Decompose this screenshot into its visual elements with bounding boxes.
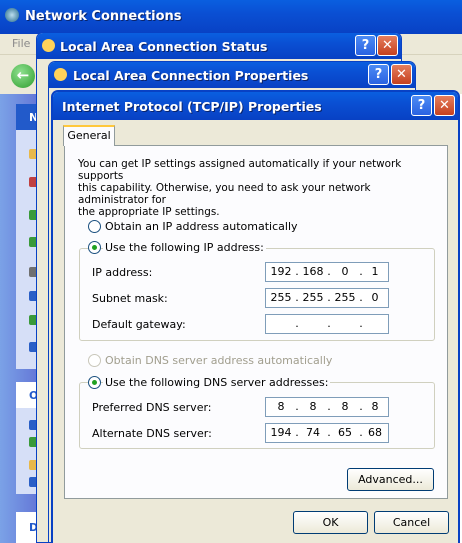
task-sidebar: N O Deta: [0, 94, 40, 543]
preferred-dns-label: Preferred DNS server:: [92, 401, 212, 414]
ip-auto-label[interactable]: Obtain an IP address automatically: [105, 220, 298, 233]
octet-dot: .: [327, 317, 331, 330]
alternate-dns-label: Alternate DNS server:: [92, 427, 212, 440]
ip-auto-radio[interactable]: [88, 220, 101, 233]
subnet-mask-field[interactable]: 255. 255. 255. 0: [265, 288, 389, 308]
description-line: the appropriate IP settings.: [78, 206, 220, 218]
dns-octet: 65: [338, 426, 352, 439]
dns-octet: 8: [277, 400, 285, 413]
dns-octet: 8: [309, 400, 317, 413]
ip-octet: 1: [371, 265, 379, 278]
description-line: You can get IP settings assigned automat…: [78, 158, 402, 182]
dns-octet: 68: [368, 426, 382, 439]
dns-auto-radio[interactable]: [88, 354, 101, 367]
mask-octet: 255: [302, 291, 324, 304]
octet-dot: .: [295, 426, 299, 439]
properties-help-button[interactable]: ?: [368, 64, 389, 85]
advanced-button[interactable]: Advanced...: [347, 468, 434, 491]
tcpip-title: Internet Protocol (TCP/IP) Properties: [62, 99, 322, 114]
tcpip-help-button[interactable]: ?: [411, 95, 432, 116]
tcpip-close-button[interactable]: ✕: [434, 95, 455, 116]
default-gateway-label: Default gateway:: [92, 318, 186, 331]
dns-auto-label[interactable]: Obtain DNS server address automatically: [105, 354, 332, 367]
octet-dot: .: [295, 265, 299, 278]
octet-dot: .: [327, 265, 331, 278]
dns-manual-label[interactable]: Use the following DNS server addresses:: [103, 376, 331, 389]
status-title-icon: [42, 39, 55, 52]
ip-octet: 192: [270, 265, 292, 278]
network-connections-titlebar[interactable]: Network Connections: [0, 0, 462, 34]
preferred-dns-field[interactable]: 8. 8. 8. 8: [265, 397, 389, 417]
ip-octet: 168: [302, 265, 324, 278]
octet-dot: .: [359, 317, 363, 330]
description-line: this capability. Otherwise, you need to …: [78, 182, 371, 206]
network-icon: [5, 8, 19, 22]
octet-dot: .: [327, 426, 331, 439]
octet-dot: .: [295, 317, 299, 330]
ip-address-label: IP address:: [92, 266, 153, 279]
dns-octet: 74: [306, 426, 320, 439]
subnet-mask-label: Subnet mask:: [92, 292, 168, 305]
dns-octet: 8: [371, 400, 379, 413]
octet-dot: .: [327, 291, 331, 304]
back-arrow-icon[interactable]: ←: [11, 64, 35, 88]
dns-octet: 194: [270, 426, 292, 439]
status-title: Local Area Connection Status: [60, 39, 268, 54]
ok-button[interactable]: OK: [293, 511, 368, 534]
ip-manual-label[interactable]: Use the following IP address:: [103, 241, 266, 254]
ip-address-field[interactable]: 192. 168. 0. 1: [265, 262, 389, 282]
general-tab-panel: You can get IP settings assigned automat…: [64, 145, 448, 499]
tcpip-titlebar[interactable]: Internet Protocol (TCP/IP) Properties ? …: [53, 92, 458, 120]
network-connections-title: Network Connections: [25, 9, 182, 24]
tab-general[interactable]: General: [63, 125, 115, 146]
description-text: You can get IP settings assigned automat…: [78, 158, 443, 218]
properties-title: Local Area Connection Properties: [73, 68, 309, 83]
mask-octet: 255: [334, 291, 356, 304]
dns-octet: 8: [341, 400, 349, 413]
mask-octet: 255: [270, 291, 292, 304]
properties-titlebar[interactable]: Local Area Connection Properties ? ✕: [49, 62, 415, 88]
alternate-dns-field[interactable]: 194. 74. 65. 68: [265, 423, 389, 443]
properties-close-button[interactable]: ✕: [391, 64, 412, 85]
cancel-button[interactable]: Cancel: [374, 511, 449, 534]
ip-manual-radio[interactable]: [88, 241, 101, 254]
default-gateway-field[interactable]: . . .: [265, 314, 389, 334]
mask-octet: 0: [371, 291, 379, 304]
properties-title-icon: [54, 68, 67, 81]
status-help-button[interactable]: ?: [355, 35, 376, 56]
dns-manual-radio[interactable]: [88, 376, 101, 389]
menu-file[interactable]: File: [12, 37, 30, 50]
status-close-button[interactable]: ✕: [377, 35, 398, 56]
octet-dot: .: [295, 400, 299, 413]
octet-dot: .: [295, 291, 299, 304]
ip-octet: 0: [341, 265, 349, 278]
status-titlebar[interactable]: Local Area Connection Status ? ✕: [37, 33, 401, 59]
octet-dot: .: [327, 400, 331, 413]
